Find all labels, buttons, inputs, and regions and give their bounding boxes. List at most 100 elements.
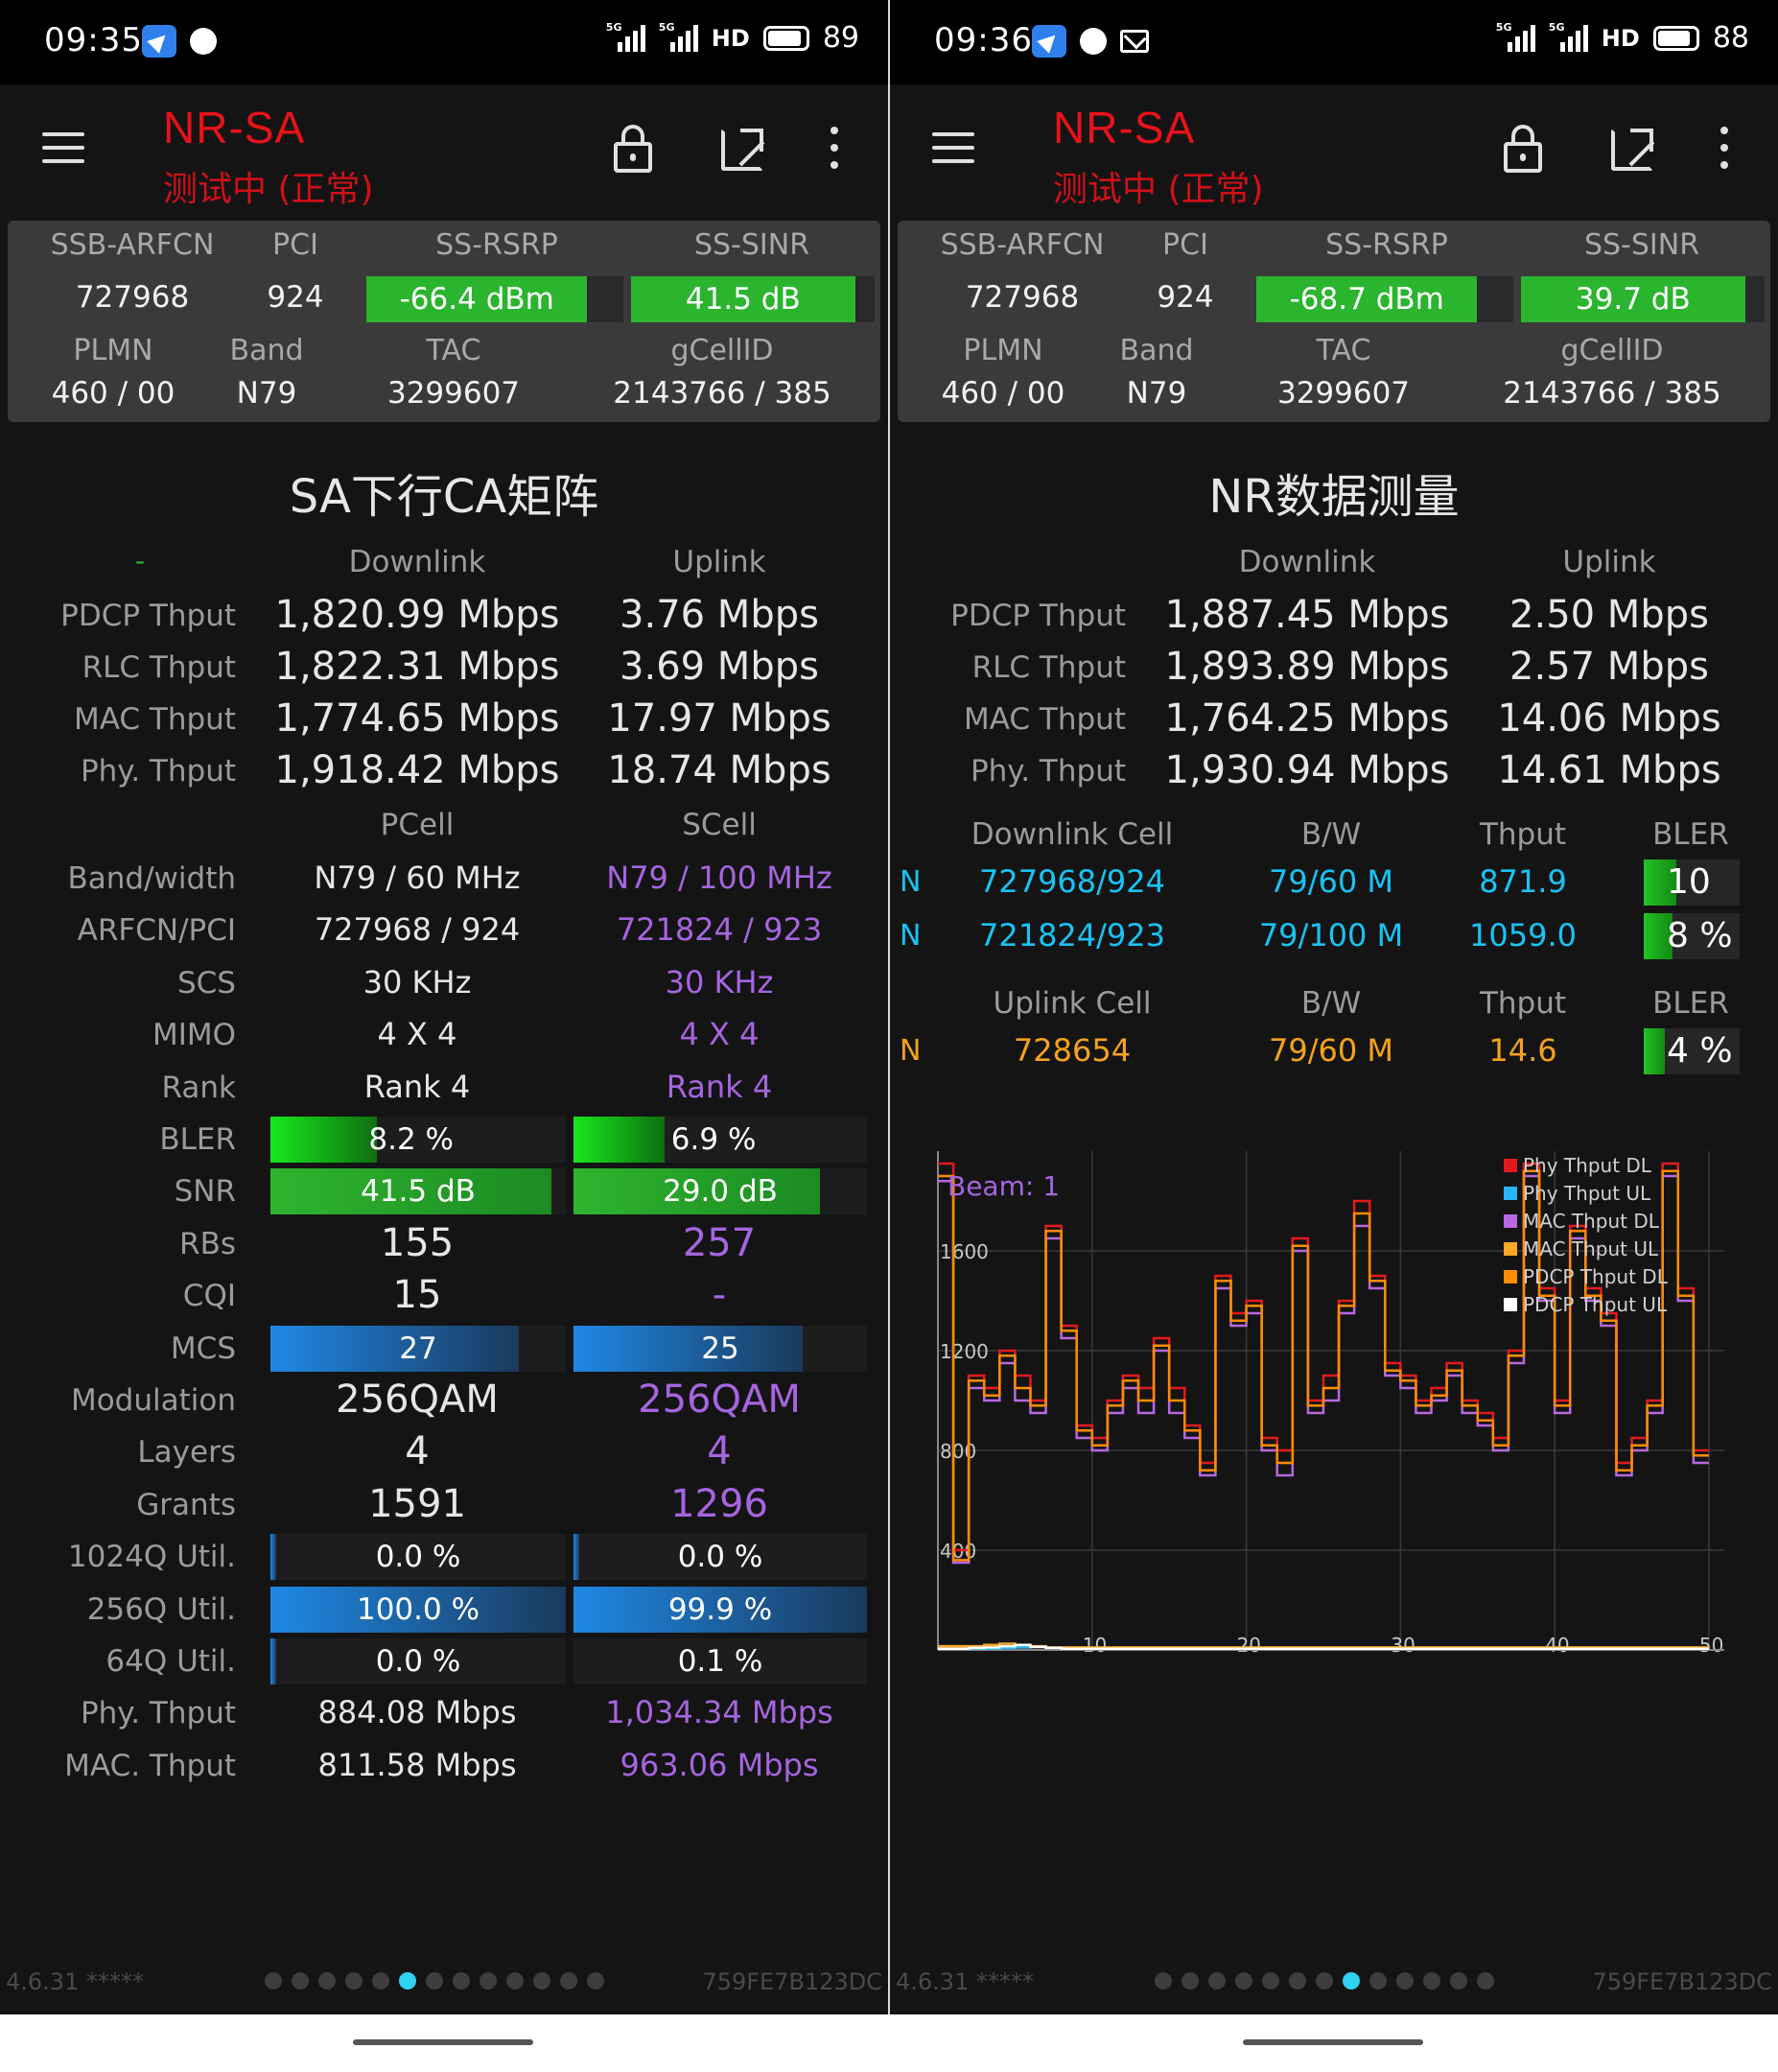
downlink-value: 1,918.42 Mbps [274,748,560,792]
cell-row-u64: 64Q Util. 0.0 % 0.1 % [0,1636,888,1684]
plmn-value: 460 / 00 [941,376,1065,411]
pcell-u256-bar: 100.0 % [270,1586,566,1633]
uplink-value: 3.69 Mbps [620,645,819,689]
cell-row-mac: MAC. Thput 811.58 Mbps 963.06 Mbps [0,1741,888,1789]
cell-table-row: N 728654 79/60 M 14.6 4 % [890,1028,1778,1076]
chat-bubble-icon [1080,28,1107,55]
page-dot[interactable] [587,1972,604,1990]
page-dot[interactable] [453,1972,470,1990]
downlink-header: Downlink [348,545,486,579]
x-tick-label: 40 [1545,1634,1569,1657]
cell-id: 727968/924 [978,863,1165,900]
scell-cqi: - [712,1273,727,1318]
pcell-scs: 30 KHz [363,963,472,1001]
page-dot[interactable] [480,1972,497,1990]
section-title: SA下行CA矩阵 [289,470,599,524]
scell-mcs-bar: 25 [573,1325,867,1372]
page-dot[interactable] [1369,1972,1387,1990]
scell-bler-value: 6.9 % [670,1122,757,1157]
page-dot[interactable] [1396,1972,1414,1990]
page-dot[interactable] [426,1972,443,1990]
cqi-label: CQI [182,1279,236,1314]
pcell-layers: 4 [405,1429,430,1474]
page-dot[interactable] [1450,1972,1467,1990]
sinr-header: SS-SINR [1583,228,1700,262]
home-indicator[interactable] [1243,2039,1423,2045]
page-dot[interactable] [506,1972,524,1990]
app-version: 4.6.31 ***** [896,1968,1034,1995]
app-title: NR-SA [163,103,306,153]
scell-snr-bar: 29.0 dB [573,1168,867,1215]
x-tick-label: 30 [1391,1634,1415,1657]
lock-icon[interactable] [1504,125,1542,173]
page-dot[interactable] [560,1972,577,1990]
downlink-cell-header: Downlink Cell [971,817,1174,852]
bler-label: BLER [159,1122,236,1157]
share-icon[interactable] [721,129,763,171]
throughput-row: MAC Thput 1,764.25 Mbps 14.06 Mbps [890,696,1778,744]
battery-icon [1652,25,1699,51]
lock-icon[interactable] [614,125,652,173]
page-indicator[interactable] [265,1972,604,1990]
page-indicator[interactable] [1155,1972,1494,1990]
page-dot[interactable] [399,1972,416,1990]
page-dot[interactable] [533,1972,550,1990]
legend-label: PDCP Thput UL [1523,1293,1668,1316]
more-options-icon[interactable] [1720,127,1728,169]
legend-swatch [1504,1187,1517,1200]
battery-icon [762,25,809,51]
rsrp-bar: -66.4 dBm [366,276,623,322]
cell-thput: 871.9 [1479,863,1567,900]
layers-label: Layers [137,1435,236,1471]
downlink-value: 1,774.65 Mbps [274,696,560,741]
page-dot[interactable] [1181,1972,1199,1990]
thput-header: Thput [1479,817,1567,852]
ssb-arfcn-header: SSB-ARFCN [50,228,215,262]
scell-arfcn: 721824 / 923 [616,911,823,949]
throughput-label: PDCP Thput [60,599,236,633]
navigation-icon [1032,25,1066,58]
ssb-arfcn-value: 727968 [75,280,190,315]
downlink-value: 1,764.25 Mbps [1164,696,1450,741]
menu-icon[interactable] [42,132,84,163]
page-dot[interactable] [1208,1972,1226,1990]
scell-rbs: 257 [682,1220,757,1265]
page-dot[interactable] [1343,1972,1360,1990]
page-dot[interactable] [1316,1972,1333,1990]
page-dot[interactable] [1262,1972,1279,1990]
home-indicator[interactable] [353,2039,533,2045]
share-icon[interactable] [1611,129,1653,171]
cell-bandwidth: 79/100 M [1258,917,1404,954]
downlink-value: 1,930.94 Mbps [1164,748,1450,792]
pcell-cqi: 15 [392,1273,442,1318]
page-dot[interactable] [1235,1972,1252,1990]
signal-icon: 5G [606,21,645,52]
page-dot[interactable] [1155,1972,1172,1990]
cell-row-phy: Phy. Thput 884.08 Mbps 1,034.34 Mbps [0,1688,888,1736]
scell-mac: 963.06 Mbps [620,1746,819,1783]
pcell-snr-value: 41.5 dB [361,1174,476,1210]
throughput-row: MAC Thput 1,774.65 Mbps 17.97 Mbps [0,696,888,744]
battery-level: 88 [1712,21,1749,55]
bw-header: B/W [1300,817,1362,852]
more-options-icon[interactable] [831,127,838,169]
pci-value: 924 [1157,280,1214,315]
page-dot[interactable] [345,1972,363,1990]
scell-scs: 30 KHz [665,963,774,1001]
page-dot[interactable] [1423,1972,1440,1990]
page-dot[interactable] [1289,1972,1306,1990]
throughput-row: PDCP Thput 1,820.99 Mbps 3.76 Mbps [0,593,888,641]
page-dot[interactable] [372,1972,389,1990]
page-dot[interactable] [1477,1972,1494,1990]
tac-header: TAC [1316,334,1371,367]
menu-icon[interactable] [932,132,974,163]
page-dot[interactable] [292,1972,309,1990]
rsrp-value: -68.7 dBm [1256,276,1478,322]
cell-bler-bar: 10 % [1644,859,1740,948]
page-dot[interactable] [265,1972,282,1990]
page-dot[interactable] [318,1972,336,1990]
band-header: Band [1119,334,1194,367]
gcellid-value: 2143766 / 385 [613,376,831,411]
bandwidth-label: Band/width [67,861,236,896]
x-tick-label: 20 [1237,1634,1261,1657]
